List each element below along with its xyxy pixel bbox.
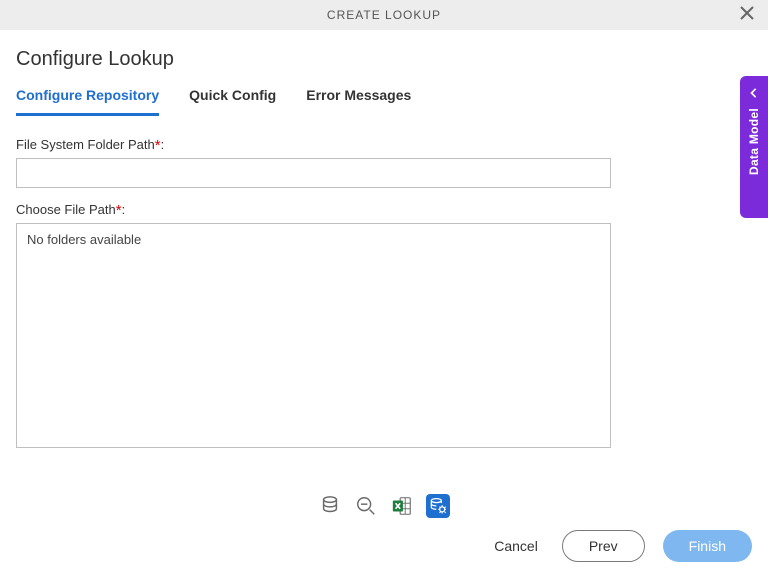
page-title: Configure Lookup [0, 30, 768, 79]
data-model-side-tab[interactable]: Data Model [740, 76, 768, 218]
bottom-toolbar [0, 494, 768, 518]
required-star-icon: * [116, 202, 122, 219]
fs-path-input[interactable] [16, 158, 611, 188]
tab-bar: Configure Repository Quick Config Error … [0, 79, 768, 117]
excel-icon[interactable] [390, 494, 414, 518]
side-tab-label: Data Model [747, 108, 761, 175]
no-folders-text: No folders available [27, 232, 141, 247]
folder-list-box[interactable]: No folders available [16, 223, 611, 448]
fs-path-label: File System Folder Path*: [16, 137, 752, 154]
choose-path-label: Choose File Path*: [16, 202, 752, 219]
dialog-header: CREATE LOOKUP [0, 0, 768, 30]
tab-configure-repository[interactable]: Configure Repository [16, 79, 159, 116]
required-star-icon: * [155, 137, 161, 154]
footer: Cancel Prev Finish [0, 530, 768, 562]
choose-path-label-text: Choose File Path [16, 202, 116, 217]
prev-button[interactable]: Prev [562, 530, 645, 562]
form-area: File System Folder Path*: Choose File Pa… [0, 117, 768, 448]
chevron-left-icon [740, 84, 768, 102]
tab-error-messages[interactable]: Error Messages [306, 79, 411, 116]
database-config-icon[interactable] [426, 494, 450, 518]
dialog-title: CREATE LOOKUP [327, 8, 441, 22]
cancel-button[interactable]: Cancel [488, 537, 544, 555]
tab-quick-config[interactable]: Quick Config [189, 79, 276, 116]
fs-path-label-text: File System Folder Path [16, 137, 155, 152]
close-icon [739, 5, 755, 26]
database-icon[interactable] [318, 494, 342, 518]
zoom-out-icon[interactable] [354, 494, 378, 518]
finish-button[interactable]: Finish [663, 530, 752, 562]
close-button[interactable] [732, 0, 762, 30]
